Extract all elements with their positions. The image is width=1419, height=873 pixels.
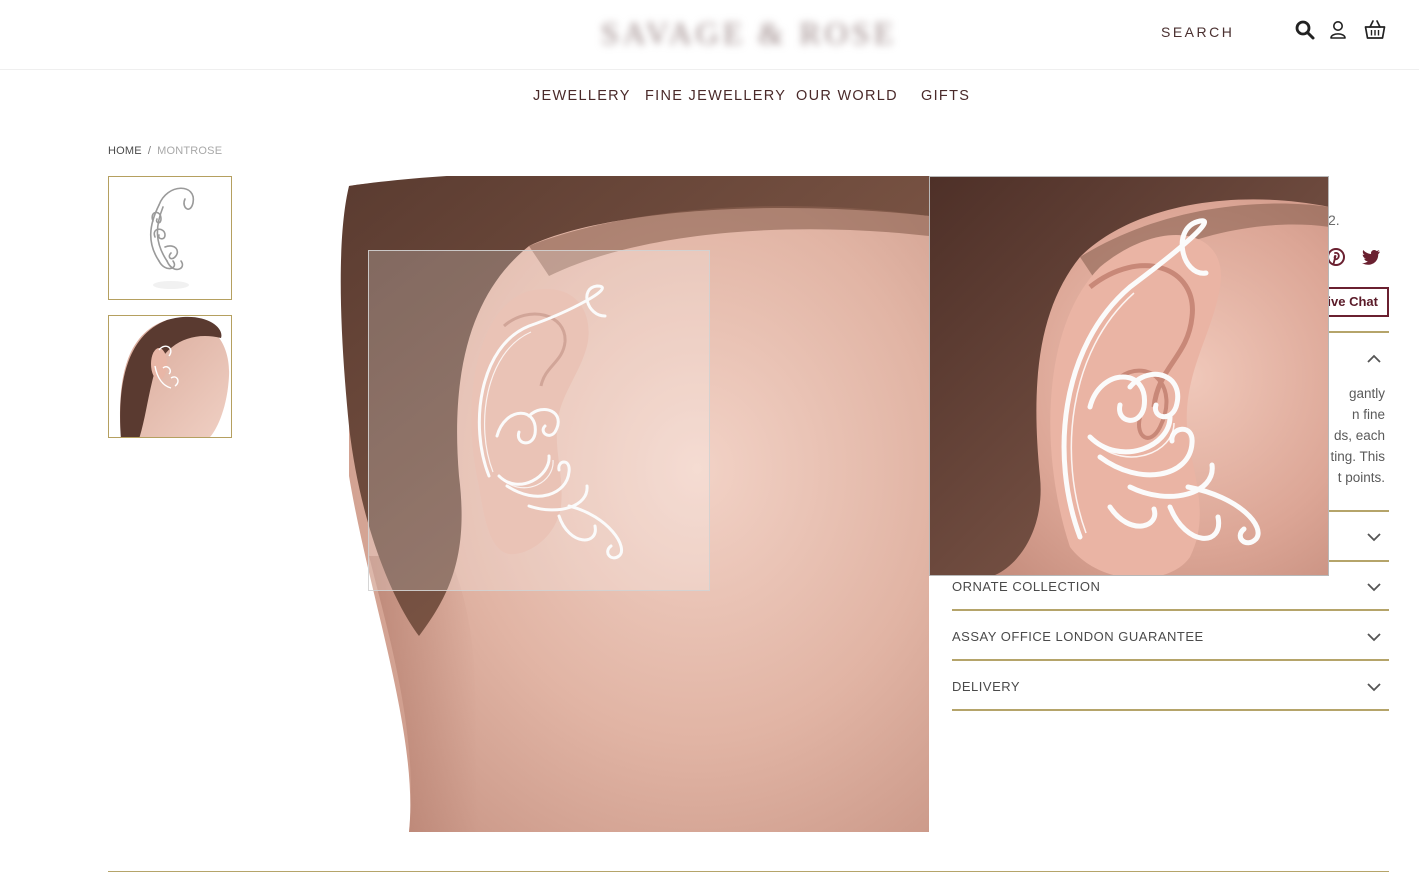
search-icon[interactable] [1294, 19, 1316, 41]
search-link[interactable]: SEARCH [1161, 24, 1234, 40]
zoom-preview-pane [929, 176, 1329, 576]
description-line: t points. [1337, 470, 1385, 485]
site-header: SAVAGE & ROSE SEARCH [0, 0, 1419, 70]
accordion-divider [952, 609, 1389, 611]
pinterest-icon[interactable] [1326, 247, 1346, 267]
breadcrumb-separator: / [147, 145, 152, 157]
chevron-down-icon[interactable] [1366, 632, 1382, 642]
basket-icon[interactable] [1364, 19, 1386, 41]
description-line: ds, each [1333, 428, 1385, 443]
description-line: gantly [1348, 386, 1385, 401]
accordion-assay-office-guarantee[interactable]: ASSAY OFFICE LONDON GUARANTEE [952, 629, 1204, 644]
description-line: ting. This [1330, 449, 1385, 464]
product-thumbnail-1[interactable] [108, 176, 232, 300]
site-logo[interactable]: SAVAGE & ROSE [600, 14, 898, 52]
nav-item-gifts[interactable]: GIFTS [921, 88, 970, 104]
chevron-down-icon[interactable] [1366, 682, 1382, 692]
product-price: 2. [1328, 212, 1340, 228]
product-thumbnail-2[interactable] [108, 315, 232, 438]
chevron-down-icon[interactable] [1366, 582, 1382, 592]
accordion-divider [952, 709, 1389, 711]
breadcrumb-home[interactable]: HOME [108, 145, 142, 157]
chevron-up-icon[interactable] [1366, 354, 1382, 364]
accordion-delivery[interactable]: DELIVERY [952, 679, 1020, 694]
chevron-down-icon[interactable] [1366, 532, 1382, 542]
nav-item-jewellery[interactable]: JEWELLERY [533, 88, 631, 104]
zoom-lens [368, 250, 710, 591]
user-icon[interactable] [1327, 19, 1349, 41]
accordion-ornate-collection[interactable]: ORNATE COLLECTION [952, 579, 1100, 594]
twitter-icon[interactable] [1361, 247, 1381, 267]
description-line: n fine [1351, 407, 1385, 422]
footer-divider [108, 871, 1389, 872]
main-nav: JEWELLERY FINE JEWELLERY OUR WORLD GIFTS [0, 88, 1419, 108]
accordion-divider [952, 659, 1389, 661]
breadcrumb-current: MONTROSE [157, 145, 223, 157]
breadcrumb: HOME / MONTROSE [108, 145, 222, 157]
nav-item-fine-jewellery[interactable]: FINE JEWELLERY [645, 88, 786, 104]
nav-item-our-world[interactable]: OUR WORLD [796, 88, 898, 104]
